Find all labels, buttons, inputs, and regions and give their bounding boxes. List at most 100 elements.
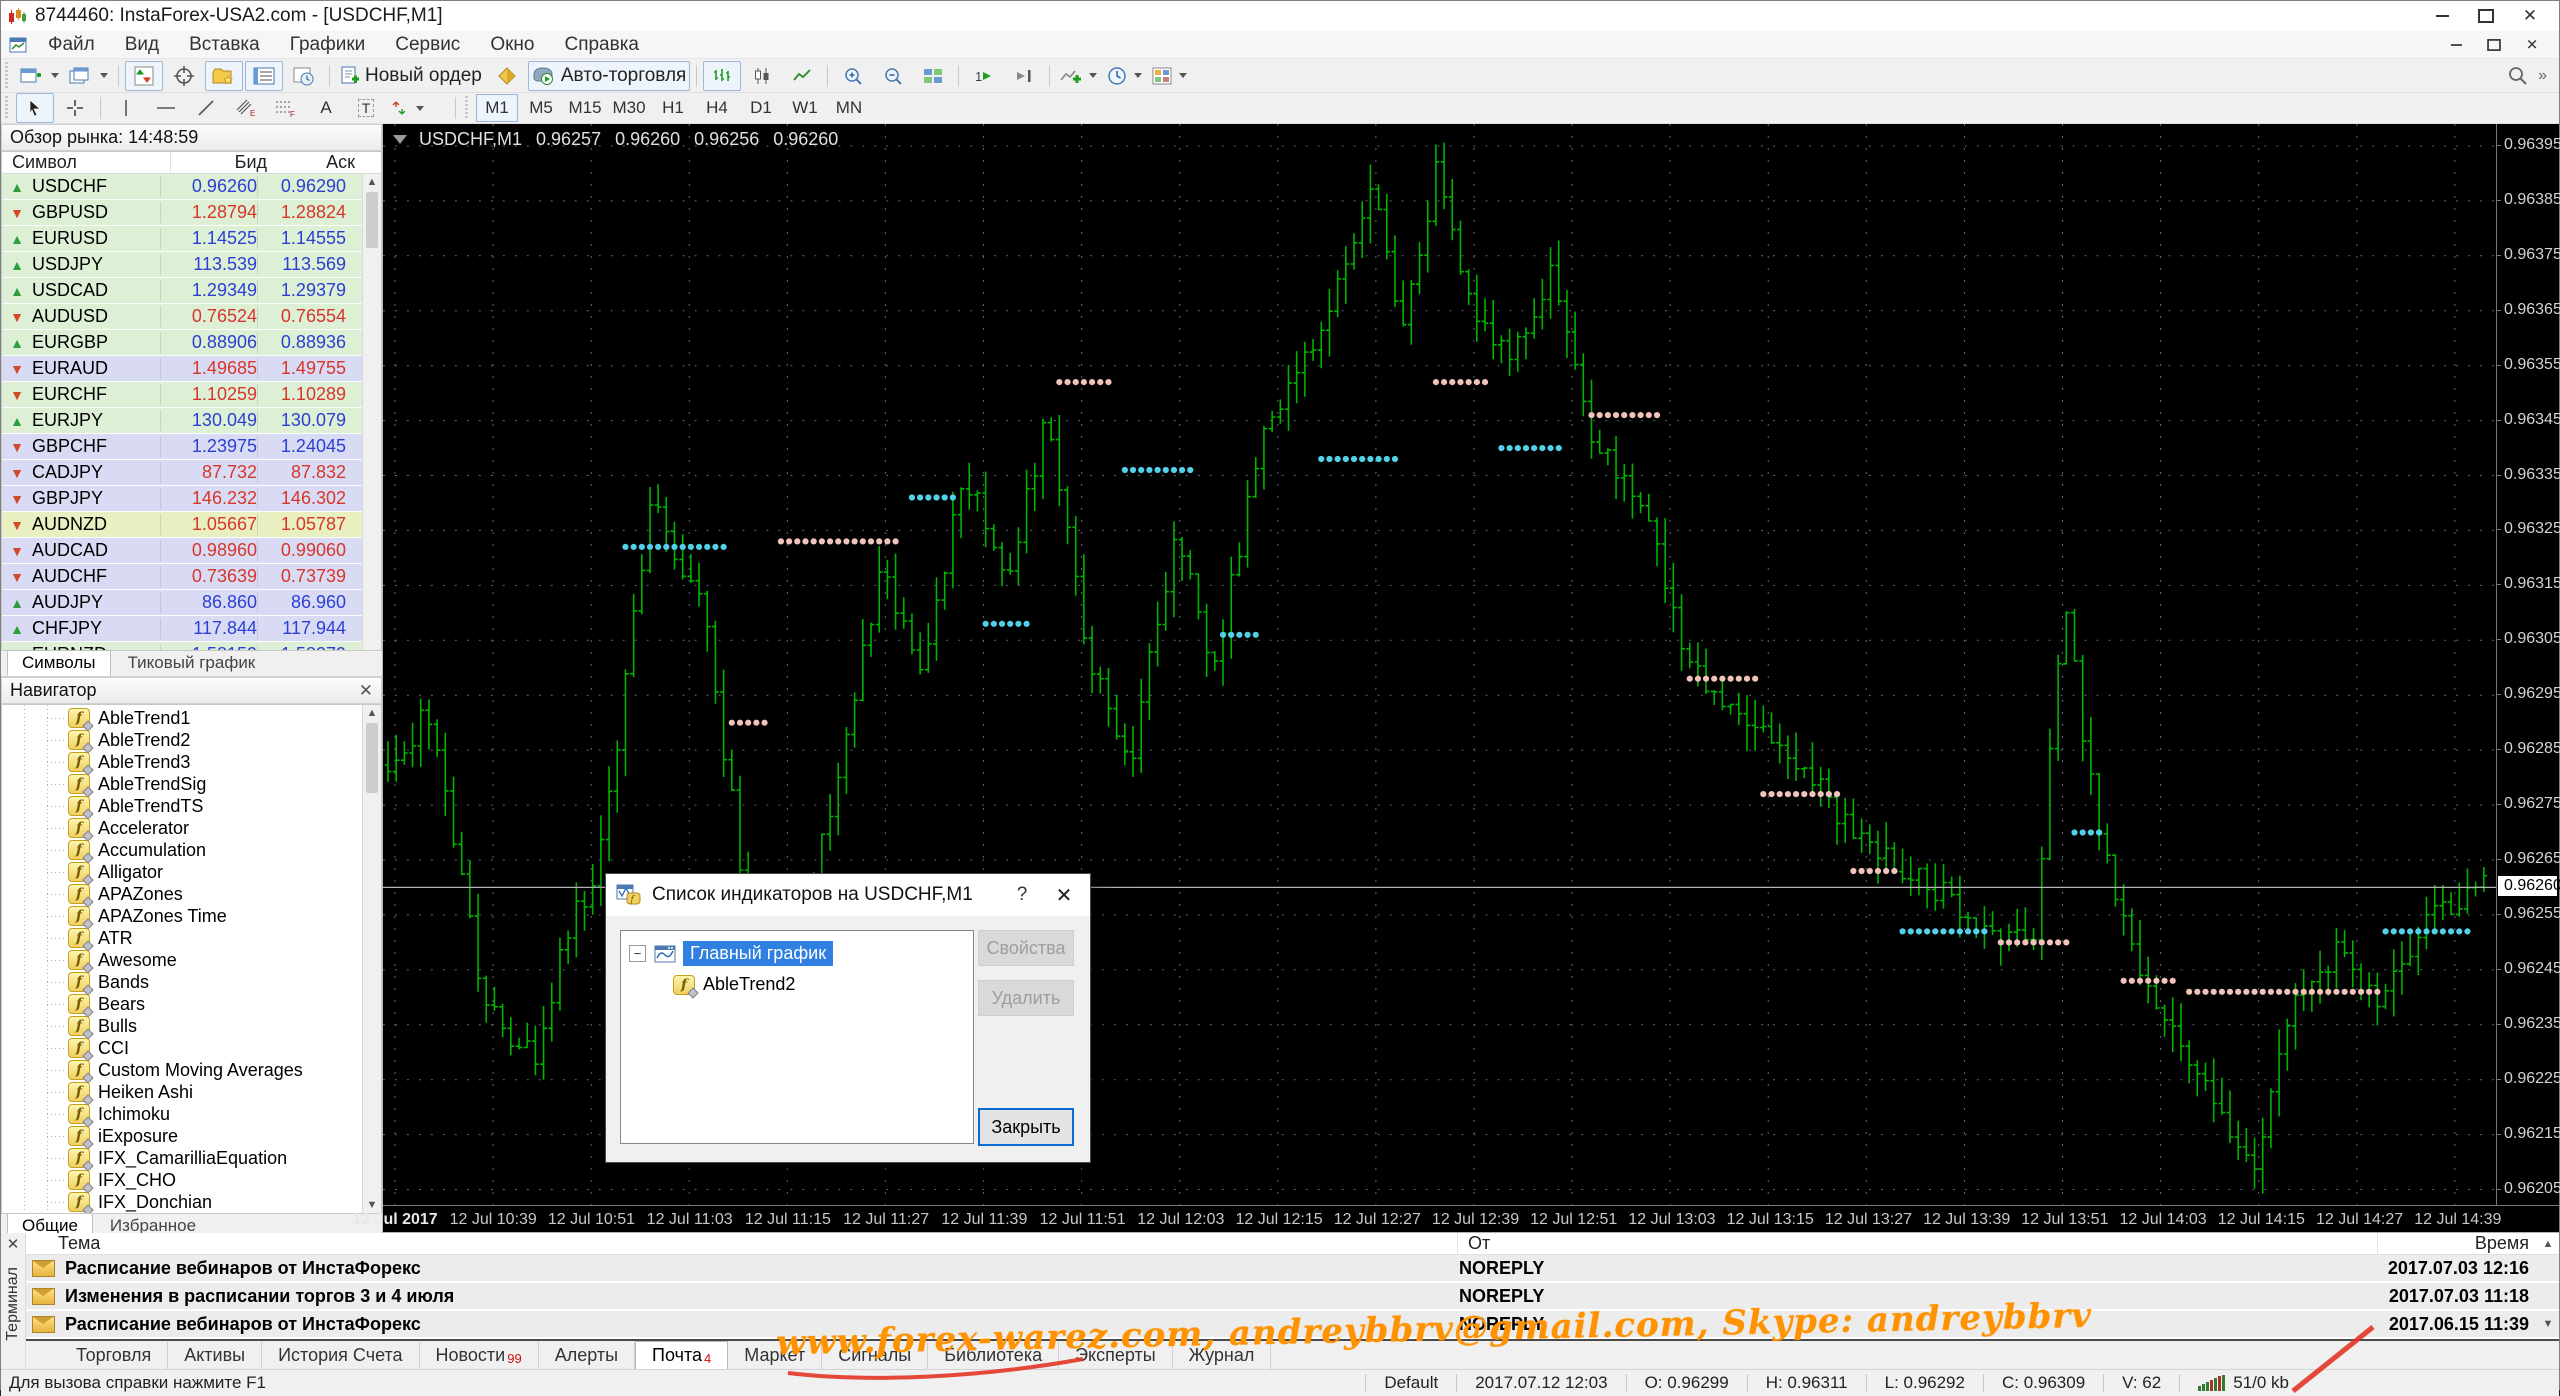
- timeframe-W1[interactable]: W1: [784, 94, 826, 122]
- new-chart-button[interactable]: [16, 61, 63, 91]
- terminal-tab-Торговля[interactable]: Торговля: [60, 1342, 168, 1369]
- column-subject[interactable]: Тема: [26, 1233, 1457, 1254]
- market-watch-toggle[interactable]: [125, 61, 163, 91]
- scroll-up-arrow-icon[interactable]: ▲: [367, 176, 378, 188]
- candlestick-mode-button[interactable]: [743, 61, 781, 91]
- tree-root-label[interactable]: Главный график: [683, 941, 833, 966]
- terminal-tab-История Счета[interactable]: История Счета: [262, 1342, 419, 1369]
- menu-Графики[interactable]: Графики: [275, 34, 381, 56]
- price-scale[interactable]: 0.963950.963850.963750.963650.963550.963…: [2496, 124, 2559, 1206]
- navigator-item-AbleTrend3[interactable]: fAbleTrend3: [2, 751, 381, 773]
- time-axis[interactable]: 12 Jul 201712 Jul 10:3912 Jul 10:5112 Ju…: [383, 1205, 2559, 1232]
- close-button[interactable]: ✕: [2521, 8, 2539, 24]
- data-window-button[interactable]: [165, 61, 203, 91]
- timeframe-D1[interactable]: D1: [740, 94, 782, 122]
- chart-close-button[interactable]: ✕: [2524, 38, 2539, 52]
- navigator-item-AbleTrendTS[interactable]: fAbleTrendTS: [2, 795, 381, 817]
- market-watch-row-USDJPY[interactable]: ▲USDJPY113.539113.569: [2, 252, 381, 278]
- dialog-help-button[interactable]: ?: [1002, 884, 1042, 906]
- terminal-tab-Библиотека[interactable]: Библиотека: [928, 1342, 1059, 1369]
- market-watch-row-AUDCHF[interactable]: ▼AUDCHF0.736390.73739: [2, 564, 381, 590]
- search-icon[interactable]: [2508, 66, 2528, 86]
- scrollbar-thumb[interactable]: [366, 723, 378, 793]
- market-watch-scrollbar[interactable]: ▲ ▼: [362, 174, 381, 651]
- vertical-line-tool-button[interactable]: [107, 93, 145, 123]
- toolbar-grip-2[interactable]: [3, 96, 11, 120]
- tree-child-label[interactable]: AbleTrend2: [703, 974, 795, 995]
- market-watch-row-GBPCHF[interactable]: ▼GBPCHF1.239751.24045: [2, 434, 381, 460]
- status-profile[interactable]: Default: [1365, 1374, 1456, 1392]
- templates-button[interactable]: [1148, 61, 1191, 91]
- market-watch-row-CADJPY[interactable]: ▼CADJPY87.73287.832: [2, 460, 381, 486]
- navigator-item-CCI[interactable]: fCCI: [2, 1037, 381, 1059]
- chart-shift-button[interactable]: [1005, 61, 1043, 91]
- terminal-tab-Активы[interactable]: Активы: [168, 1342, 262, 1369]
- market-watch-tab-Символы[interactable]: Символы: [7, 650, 111, 676]
- column-ask[interactable]: Аск: [267, 152, 355, 173]
- navigator-item-Ichimoku[interactable]: fIchimoku: [2, 1103, 381, 1125]
- periods-button[interactable]: [1103, 61, 1146, 91]
- toolbar-grip[interactable]: [3, 62, 11, 88]
- strategy-tester-button[interactable]: [285, 61, 323, 91]
- crosshair-tool-button[interactable]: [56, 93, 94, 123]
- market-watch-row-USDCAD[interactable]: ▲USDCAD1.293491.29379: [2, 278, 381, 304]
- navigator-item-Bands[interactable]: fBands: [2, 971, 381, 993]
- navigator-item-AbleTrend1[interactable]: fAbleTrend1: [2, 707, 381, 729]
- channel-tool-button[interactable]: E: [227, 93, 265, 123]
- dialog-delete-button[interactable]: Удалить: [978, 980, 1074, 1016]
- scroll-track[interactable]: ▼: [2537, 1318, 2559, 1330]
- market-watch-row-EURGBP[interactable]: ▲EURGBP0.889060.88936: [2, 330, 381, 356]
- profiles-button[interactable]: [65, 61, 112, 91]
- tree-collapse-icon[interactable]: −: [629, 945, 646, 962]
- tile-windows-button[interactable]: [914, 61, 952, 91]
- navigator-item-AbleTrendSig[interactable]: fAbleTrendSig: [2, 773, 381, 795]
- market-watch-row-EURUSD[interactable]: ▲EURUSD1.145251.14555: [2, 226, 381, 252]
- menu-Справка[interactable]: Справка: [549, 34, 654, 56]
- navigator-item-APAZones Time[interactable]: fAPAZones Time: [2, 905, 381, 927]
- terminal-tab-Сигналы[interactable]: Сигналы: [822, 1342, 928, 1369]
- menu-Вид[interactable]: Вид: [110, 34, 174, 56]
- navigator-scrollbar[interactable]: ▲ ▼: [362, 705, 381, 1213]
- navigator-item-AbleTrend2[interactable]: fAbleTrend2: [2, 729, 381, 751]
- toolbar-overflow-chevron[interactable]: »: [2538, 67, 2547, 85]
- bar-chart-mode-button[interactable]: [703, 61, 741, 91]
- timeframe-M15[interactable]: M15: [564, 94, 606, 122]
- maximize-button[interactable]: [2477, 8, 2495, 24]
- market-watch-row-EURJPY[interactable]: ▲EURJPY130.049130.079: [2, 408, 381, 434]
- minimize-button[interactable]: [2433, 8, 2451, 24]
- terminal-tab-Новости[interactable]: Новости99: [420, 1342, 539, 1369]
- fibonacci-tool-button[interactable]: F: [267, 93, 305, 123]
- column-symbol[interactable]: Символ: [2, 152, 170, 173]
- terminal-close-icon[interactable]: ✕: [7, 1235, 20, 1253]
- market-watch-row-CHFJPY[interactable]: ▲CHFJPY117.844117.944: [2, 616, 381, 642]
- market-watch-row-GBPJPY[interactable]: ▼GBPJPY146.232146.302: [2, 486, 381, 512]
- navigator-item-Accelerator[interactable]: fAccelerator: [2, 817, 381, 839]
- text-tool-button[interactable]: A: [307, 93, 345, 123]
- navigator-close-icon[interactable]: ✕: [359, 681, 373, 701]
- terminal-tab-Эксперты[interactable]: Эксперты: [1059, 1342, 1173, 1369]
- navigator-item-Custom Moving Averages[interactable]: fCustom Moving Averages: [2, 1059, 381, 1081]
- terminal-tab-Маркет[interactable]: Маркет: [728, 1342, 822, 1369]
- terminal-tab-Журнал[interactable]: Журнал: [1173, 1342, 1272, 1369]
- market-watch-row-EURNZD[interactable]: ▲EURNZD1.581591.58279: [2, 642, 381, 651]
- navigator-item-Alligator[interactable]: fAlligator: [2, 861, 381, 883]
- timeframe-M1[interactable]: M1: [476, 94, 518, 122]
- column-from[interactable]: От: [1457, 1233, 2377, 1254]
- tree-child-row[interactable]: f AbleTrend2: [673, 974, 973, 995]
- navigator-item-Accumulation[interactable]: fAccumulation: [2, 839, 381, 861]
- navigator-item-Heiken Ashi[interactable]: fHeiken Ashi: [2, 1081, 381, 1103]
- market-watch-row-EURCHF[interactable]: ▼EURCHF1.102591.10289: [2, 382, 381, 408]
- navigator-item-IFX_CamarilliaEquation[interactable]: fIFX_CamarilliaEquation: [2, 1147, 381, 1169]
- navigator-item-IFX_CHO[interactable]: fIFX_CHO: [2, 1169, 381, 1191]
- navigator-item-Bears[interactable]: fBears: [2, 993, 381, 1015]
- menu-Окно[interactable]: Окно: [475, 34, 549, 56]
- market-watch-row-GBPUSD[interactable]: ▼GBPUSD1.287941.28824: [2, 200, 381, 226]
- market-watch-row-AUDNZD[interactable]: ▼AUDNZD1.056671.05787: [2, 512, 381, 538]
- timeframe-M5[interactable]: M5: [520, 94, 562, 122]
- market-watch-tab-Тиковый график[interactable]: Тиковый график: [113, 650, 271, 676]
- scroll-down-arrow-icon[interactable]: ▼: [367, 1199, 378, 1211]
- terminal-toggle[interactable]: [245, 61, 283, 91]
- cursor-tool-button[interactable]: [16, 93, 54, 123]
- terminal-tab-Почта[interactable]: Почта4: [635, 1341, 728, 1369]
- mail-row[interactable]: Расписание вебинаров от ИнстаФорексNOREP…: [26, 1255, 2559, 1283]
